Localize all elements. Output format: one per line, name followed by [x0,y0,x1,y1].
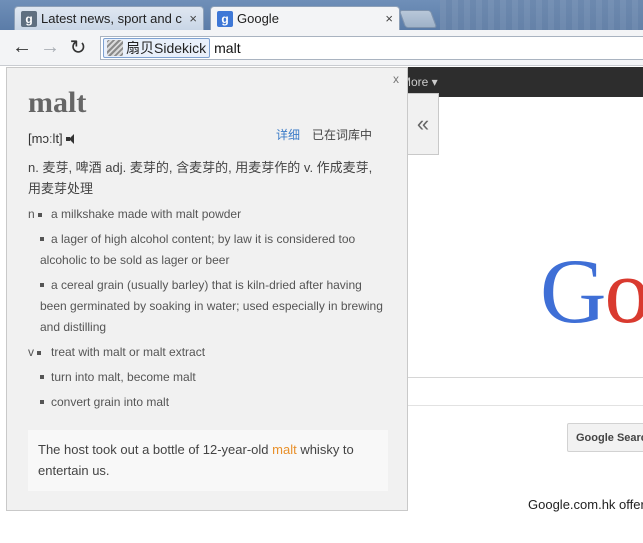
guardian-favicon-icon: g [21,10,37,27]
search-box-border [395,377,643,378]
forward-button[interactable]: → [36,34,64,62]
tab-close-icon[interactable]: × [189,11,197,26]
sense-item: treat with malt or malt extract [51,345,206,359]
tab-title: Google [237,11,279,26]
shanbay-icon [107,40,123,56]
phonetic: [mɔːlt] [28,131,78,146]
keyword-label: 扇贝Sidekick [126,40,207,56]
back-button[interactable]: ← [8,34,36,62]
browser-window: g Latest news, sport and c × g Google × … [0,0,643,543]
popup-close-icon[interactable]: x [393,72,399,86]
address-input-text[interactable]: malt [214,40,240,56]
toolbar: ← → ↻ 扇贝Sidekick malt [0,30,643,66]
verb-first-sense: v treat with malt or malt extract [28,342,388,363]
google-favicon-icon: g [217,10,233,27]
in-vocabulary-status: 已在词库中 [312,128,373,142]
english-definitions: n a milkshake made with malt powder a la… [28,204,388,417]
reload-button[interactable]: ↻ [64,34,92,62]
tab-strip: g Latest news, sport and c × g Google × [0,0,643,30]
sense-item: a cereal grain (usually barley) that is … [28,275,388,338]
tab-google[interactable]: g Google × [210,6,400,30]
detail-link[interactable]: 详细 [276,126,300,143]
tab-latest-news[interactable]: g Latest news, sport and c × [14,6,204,30]
google-search-button[interactable]: Google Search [567,423,643,452]
tab-title: Latest news, sport and c [41,11,182,26]
tabstrip-background [440,0,643,30]
phonetic-text: [mɔːlt] [28,131,63,146]
google-logo: Go [540,240,643,342]
offered-in-text: Google.com.hk offer [528,497,643,512]
speaker-icon[interactable] [65,133,78,144]
sense-item: a lager of high alcohol content; by law … [28,229,388,271]
sense-item: a milkshake made with malt powder [51,207,242,221]
sense-item: turn into malt, become malt [28,367,388,388]
chinese-definition: n. 麦芽, 啤酒 adj. 麦芽的, 含麦芽的, 用麦芽作的 v. 作成麦芽,… [28,160,373,196]
sense-item: convert grain into malt [28,392,388,413]
collapse-popup-button[interactable]: « [408,93,439,155]
dictionary-popup: x malt [mɔːlt] 详细 已在词库中 n. 麦芽, 啤酒 adj. 麦… [6,67,408,511]
new-tab-button[interactable] [398,10,438,28]
headword: malt [28,86,87,119]
search-keyword-chip[interactable]: 扇贝Sidekick [103,38,211,58]
example-highlight: malt [272,442,297,457]
example-sentence: The host took out a bottle of 12-year-ol… [28,430,388,491]
search-divider [395,405,643,406]
tab-close-icon[interactable]: × [385,11,393,26]
address-bar[interactable]: 扇贝Sidekick malt [100,36,643,60]
noun-first-sense: n a milkshake made with malt powder [28,204,388,225]
